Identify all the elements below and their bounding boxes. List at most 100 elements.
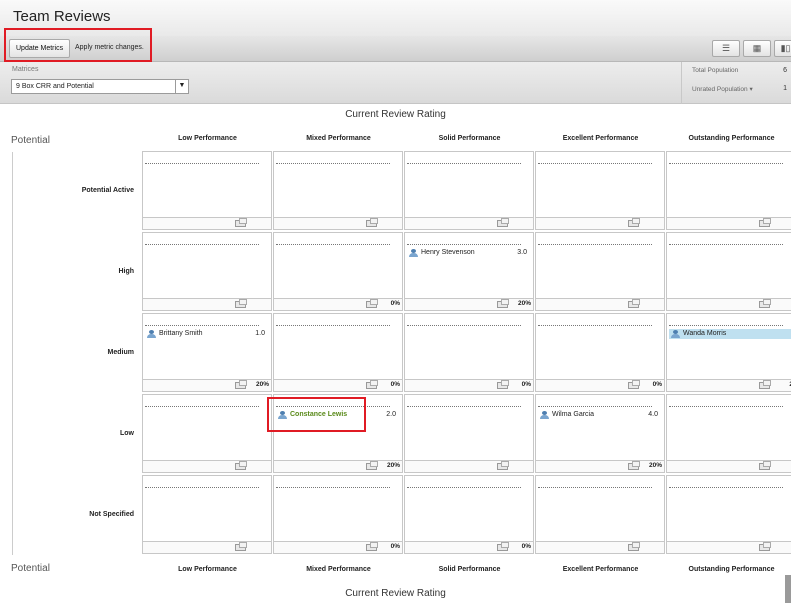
cell-divider: [145, 244, 259, 245]
grid-cell[interactable]: Henry Stevenson 3.0 20%: [404, 232, 534, 311]
cards-icon[interactable]: [497, 542, 509, 551]
grid-cell[interactable]: [142, 151, 272, 230]
cell-divider: [538, 163, 652, 164]
cards-icon[interactable]: [628, 218, 640, 227]
employee-card[interactable]: Brittany Smith 1.0: [145, 329, 269, 339]
cell-footer: [667, 541, 791, 553]
update-metrics-button[interactable]: Update Metrics: [9, 39, 71, 58]
cards-icon[interactable]: [759, 299, 771, 308]
cards-icon[interactable]: [759, 380, 771, 389]
cards-icon[interactable]: [235, 461, 247, 470]
grid-cell[interactable]: [666, 394, 791, 473]
cell-divider: [669, 325, 783, 326]
person-icon: [671, 330, 680, 338]
cell-percentage: 0%: [652, 381, 662, 388]
unrated-population-label[interactable]: Unrated Population ▾: [692, 85, 753, 93]
cards-icon[interactable]: [628, 542, 640, 551]
cell-footer: [405, 217, 533, 229]
cards-icon[interactable]: [497, 380, 509, 389]
grid-cell[interactable]: 0%: [273, 313, 403, 392]
cards-icon[interactable]: [366, 461, 378, 470]
cards-icon[interactable]: [628, 299, 640, 308]
grid-cell[interactable]: [535, 151, 665, 230]
cards-icon[interactable]: [497, 218, 509, 227]
cell-footer: 20%: [274, 460, 402, 472]
cell-percentage: 20%: [386, 462, 400, 469]
chart-view-icon[interactable]: ▮▯▮: [774, 40, 791, 57]
cards-icon[interactable]: [235, 299, 247, 308]
cards-icon[interactable]: [235, 380, 247, 389]
grid-cell[interactable]: [535, 232, 665, 311]
employee-name[interactable]: Wilma Garcia: [552, 410, 594, 420]
cell-divider: [669, 406, 783, 407]
employee-score: 1.0: [255, 330, 265, 337]
y-axis-title-bottom: Potential: [11, 563, 50, 574]
employee-name[interactable]: Constance Lewis: [290, 410, 347, 420]
cards-icon[interactable]: [628, 461, 640, 470]
cards-icon[interactable]: [366, 380, 378, 389]
cell-footer: 2: [667, 379, 791, 391]
grid-cell[interactable]: 0%: [535, 313, 665, 392]
grid-cell[interactable]: 0%: [273, 475, 403, 554]
employee-name[interactable]: Brittany Smith: [159, 329, 203, 339]
list-view-icon[interactable]: ☰: [712, 40, 740, 57]
grid-cell[interactable]: [404, 394, 534, 473]
cell-divider: [407, 244, 521, 245]
cards-icon[interactable]: [628, 380, 640, 389]
grid-cell[interactable]: Wanda Morris 2: [666, 313, 791, 392]
cell-footer: [143, 541, 271, 553]
grid-cell[interactable]: 0%: [404, 313, 534, 392]
grid-cell[interactable]: Constance Lewis 2.0 20%: [273, 394, 403, 473]
employee-name[interactable]: Wanda Morris: [683, 329, 726, 339]
cell-footer: [536, 298, 664, 310]
employee-score: 3.0: [517, 249, 527, 256]
nine-box-grid: 0% Henry Stevenson 3.0 20% Brittany Smith 1.0…: [142, 151, 791, 556]
cards-icon[interactable]: [497, 299, 509, 308]
grid-cell[interactable]: [666, 475, 791, 554]
cards-icon[interactable]: [759, 461, 771, 470]
cell-percentage: 20%: [255, 381, 269, 388]
metrics-label: Matrices: [12, 66, 39, 73]
cell-divider: [276, 244, 390, 245]
grid-cell[interactable]: [142, 232, 272, 311]
employee-card[interactable]: Wanda Morris: [669, 329, 791, 339]
employee-card[interactable]: Henry Stevenson 3.0: [407, 248, 531, 258]
grid-cell[interactable]: [666, 151, 791, 230]
column-header-bottom: Solid Performance: [438, 566, 501, 573]
cell-footer: [667, 460, 791, 472]
metrics-select[interactable]: 9 Box CRR and Potential ▼: [11, 79, 189, 94]
cards-icon[interactable]: [235, 542, 247, 551]
grid-cell[interactable]: Wilma Garcia 4.0 20%: [535, 394, 665, 473]
cards-icon[interactable]: [366, 542, 378, 551]
grid-cell[interactable]: [142, 475, 272, 554]
grid-cell[interactable]: 0%: [273, 232, 403, 311]
cell-divider: [276, 325, 390, 326]
cards-icon[interactable]: [235, 218, 247, 227]
grid-cell[interactable]: [273, 151, 403, 230]
cell-divider: [407, 406, 521, 407]
cards-icon[interactable]: [366, 299, 378, 308]
cell-footer: [143, 460, 271, 472]
cards-icon[interactable]: [366, 218, 378, 227]
grid-cell[interactable]: [142, 394, 272, 473]
column-header-top: Mixed Performance: [306, 135, 371, 142]
grid-cell[interactable]: [535, 475, 665, 554]
cell-footer: [143, 298, 271, 310]
grid-view-icon[interactable]: ▦: [743, 40, 771, 57]
cards-icon[interactable]: [759, 218, 771, 227]
grid-cell[interactable]: 0%: [404, 475, 534, 554]
grid-cell[interactable]: [666, 232, 791, 311]
cell-footer: 20%: [405, 298, 533, 310]
employee-card[interactable]: Wilma Garcia 4.0: [538, 410, 662, 420]
grid-cell[interactable]: Brittany Smith 1.0 20%: [142, 313, 272, 392]
cards-icon[interactable]: [497, 461, 509, 470]
person-icon: [540, 411, 549, 419]
cell-divider: [145, 487, 259, 488]
employee-name[interactable]: Henry Stevenson: [421, 248, 475, 258]
cell-footer: 20%: [536, 460, 664, 472]
grid-cell[interactable]: [404, 151, 534, 230]
scrollbar[interactable]: [785, 575, 791, 603]
cards-icon[interactable]: [759, 542, 771, 551]
employee-card[interactable]: Constance Lewis 2.0: [276, 410, 400, 420]
cell-footer: 0%: [274, 379, 402, 391]
